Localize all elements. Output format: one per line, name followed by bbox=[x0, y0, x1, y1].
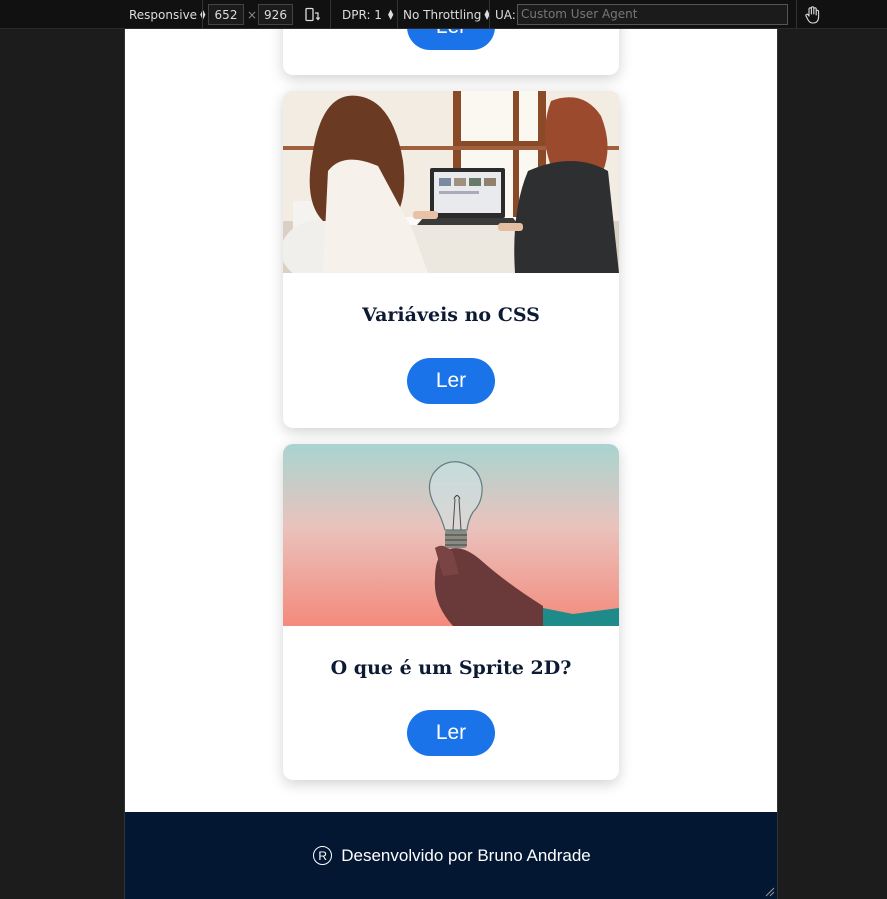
read-button[interactable]: Ler bbox=[407, 710, 495, 756]
dpr-label: DPR: 1 bbox=[342, 7, 382, 22]
throttling-select[interactable]: No Throttling ▲ ▼ bbox=[403, 0, 490, 29]
divider bbox=[397, 0, 398, 29]
divider bbox=[489, 0, 490, 29]
site-footer: R Desenvolvido por Bruno Andrade bbox=[125, 812, 777, 899]
divider bbox=[796, 0, 797, 29]
user-agent-input[interactable]: Custom User Agent bbox=[517, 4, 788, 25]
ua-label: UA: bbox=[495, 7, 516, 22]
page-viewport: Ler bbox=[124, 29, 778, 899]
footer-credit: Desenvolvido por Bruno Andrade bbox=[341, 845, 591, 865]
article-card: Variáveis no CSS Ler bbox=[283, 91, 619, 428]
article-card: O que é um Sprite 2D? Ler bbox=[283, 444, 619, 780]
throttling-label: No Throttling bbox=[403, 7, 482, 22]
rotate-icon bbox=[305, 7, 320, 21]
device-mode-label: Responsive bbox=[129, 7, 198, 22]
read-button[interactable]: Ler bbox=[407, 29, 495, 50]
divider bbox=[330, 0, 331, 29]
article-title: O que é um Sprite 2D? bbox=[330, 657, 572, 679]
article-title: Variáveis no CSS bbox=[362, 304, 540, 326]
hand-holding-lightbulb-photo bbox=[283, 444, 619, 626]
resize-handle-icon[interactable] bbox=[765, 887, 775, 897]
women-at-laptop-photo bbox=[283, 91, 619, 273]
dimension-separator: × bbox=[247, 7, 258, 22]
devtools-toolbar: Responsive ▲▼ 652 × 926 DPR: 1 ▲▼ No Thr… bbox=[0, 0, 887, 29]
registered-icon: R bbox=[313, 846, 333, 865]
height-input[interactable]: 926 bbox=[258, 4, 293, 25]
dpr-select[interactable]: DPR: 1 ▲ ▼ bbox=[342, 0, 393, 29]
article-card: Ler bbox=[283, 29, 619, 75]
width-input[interactable]: 652 bbox=[208, 4, 244, 25]
article-image-lightbulb bbox=[283, 444, 619, 626]
divider bbox=[202, 0, 203, 29]
select-arrows-icon: ▲▼ bbox=[387, 7, 394, 21]
hand-icon bbox=[805, 5, 820, 24]
article-image-women-at-laptop bbox=[283, 91, 619, 273]
read-button[interactable]: Ler bbox=[407, 358, 495, 404]
rotate-button[interactable] bbox=[304, 0, 320, 29]
touch-simulation-button[interactable] bbox=[804, 0, 820, 29]
device-mode-select[interactable]: Responsive ▲▼ bbox=[129, 0, 205, 29]
